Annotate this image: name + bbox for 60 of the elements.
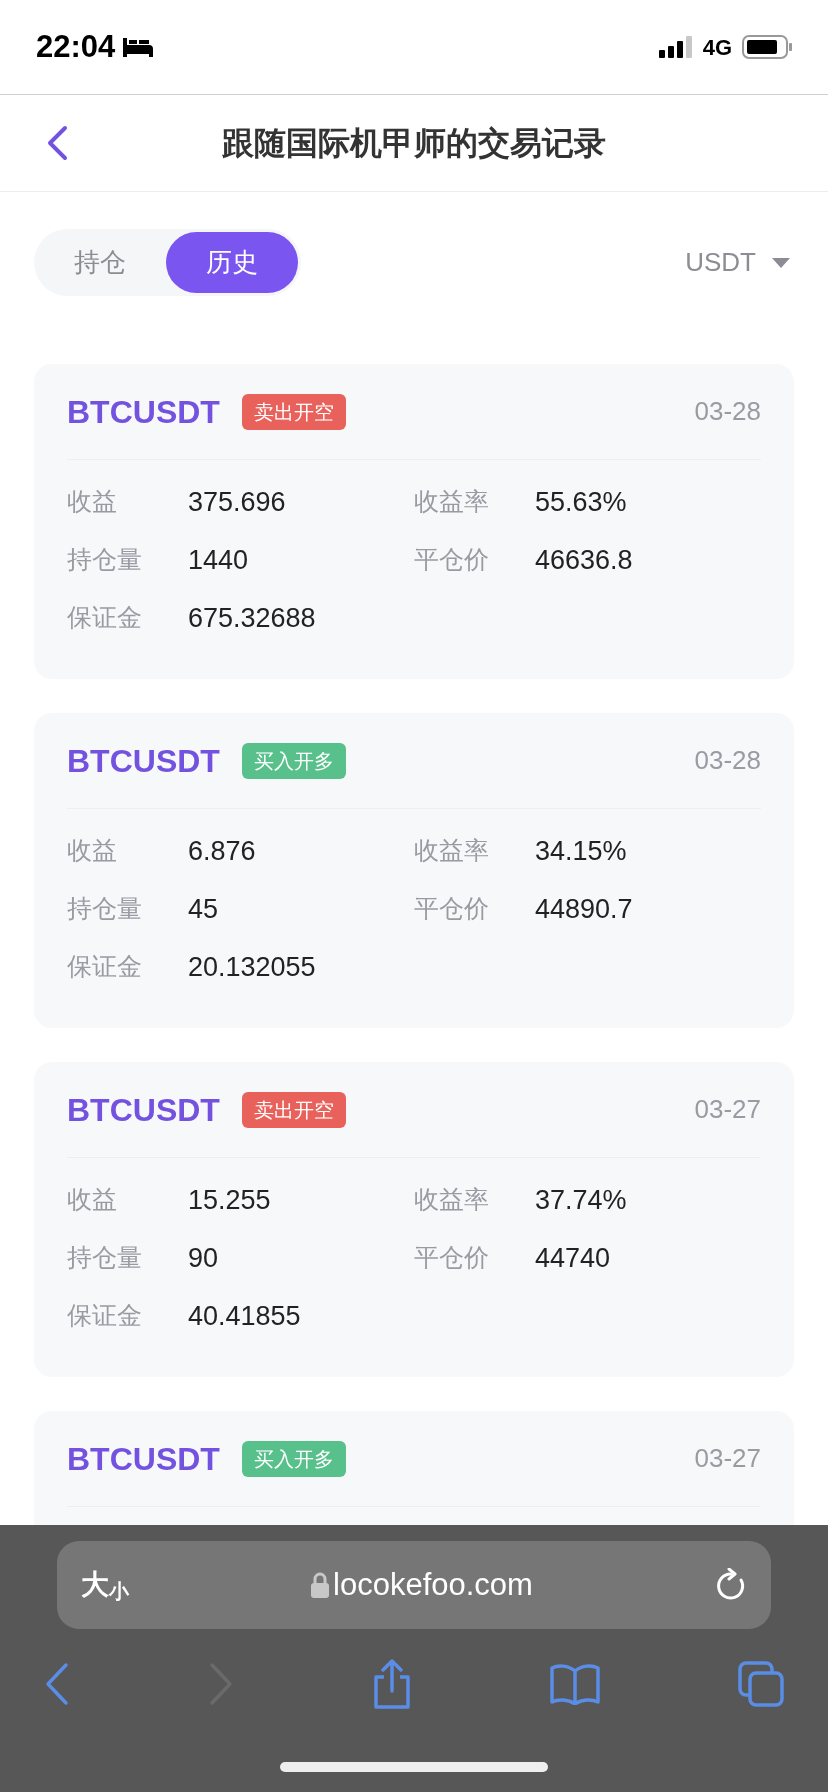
field-value: 40.41855 — [188, 1299, 301, 1333]
trade-date: 03-27 — [694, 1442, 761, 1475]
field-label: 收益 — [67, 835, 118, 867]
field-value: 90 — [188, 1241, 219, 1275]
field-label: 保证金 — [67, 951, 143, 983]
side-tag: 买入开多 — [241, 1440, 346, 1477]
lock-icon — [311, 1572, 330, 1598]
field-label: 平仓价 — [414, 893, 490, 925]
field-label: 持仓量 — [67, 1242, 143, 1274]
field-value: 37.74% — [535, 1183, 627, 1217]
signal-icon — [658, 36, 695, 58]
field-value: 46636.8 — [535, 543, 633, 577]
field-label: 收益 — [67, 1184, 118, 1216]
tab[interactable]: 持仓 — [34, 232, 166, 293]
bed-icon — [121, 36, 156, 58]
back-icon[interactable] — [44, 1662, 70, 1706]
field-value: 675.32688 — [188, 601, 316, 635]
field-value: 6.876 — [188, 834, 256, 868]
side-tag: 卖出开空 — [241, 393, 346, 430]
back-icon — [46, 125, 68, 161]
trade-date: 03-28 — [694, 395, 761, 428]
symbol: BTCUSDT — [67, 1090, 220, 1130]
field-value: 34.15% — [535, 834, 627, 868]
field-value: 15.255 — [188, 1183, 271, 1217]
symbol: BTCUSDT — [67, 741, 220, 781]
field-label: 收益 — [67, 486, 118, 518]
symbol: BTCUSDT — [67, 1439, 220, 1479]
trade-date: 03-28 — [694, 744, 761, 777]
tabs-icon[interactable] — [738, 1661, 784, 1707]
field-label: 平仓价 — [414, 1242, 490, 1274]
caret-icon — [772, 257, 790, 268]
field-label: 收益率 — [414, 835, 490, 867]
field-label: 保证金 — [67, 1300, 143, 1332]
share-icon[interactable] — [372, 1659, 412, 1709]
field-value: 44890.7 — [535, 892, 633, 926]
field-label: 收益率 — [414, 486, 490, 518]
tab[interactable]: 历史 — [166, 232, 298, 293]
field-label: 持仓量 — [67, 893, 143, 925]
field-value: 44740 — [535, 1241, 611, 1275]
field-value: 55.63% — [535, 485, 627, 519]
field-value: 45 — [188, 892, 219, 926]
battery-icon — [742, 35, 792, 59]
network-label: 4G — [702, 33, 732, 62]
side-tag: 卖出开空 — [241, 1091, 346, 1128]
url-text: locokefoo.com — [333, 1565, 533, 1604]
field-value: 20.132055 — [188, 950, 316, 984]
field-label: 持仓量 — [67, 544, 143, 576]
symbol: BTCUSDT — [67, 392, 220, 432]
field-label: 平仓价 — [414, 544, 490, 576]
clock-time: 22:04 — [36, 27, 116, 66]
field-value: 1440 — [188, 543, 249, 577]
field-label: 保证金 — [67, 602, 143, 634]
book-icon[interactable] — [550, 1663, 600, 1705]
reload-icon[interactable] — [715, 1568, 747, 1602]
field-label: 收益率 — [414, 1184, 490, 1216]
currency-dropdown[interactable]: USDT — [685, 243, 790, 282]
field-value: 375.696 — [188, 485, 286, 519]
page-title: 跟随国际机甲师的交易记录 — [222, 124, 606, 163]
side-tag: 买入开多 — [241, 742, 346, 779]
trade-date: 03-27 — [694, 1093, 761, 1126]
